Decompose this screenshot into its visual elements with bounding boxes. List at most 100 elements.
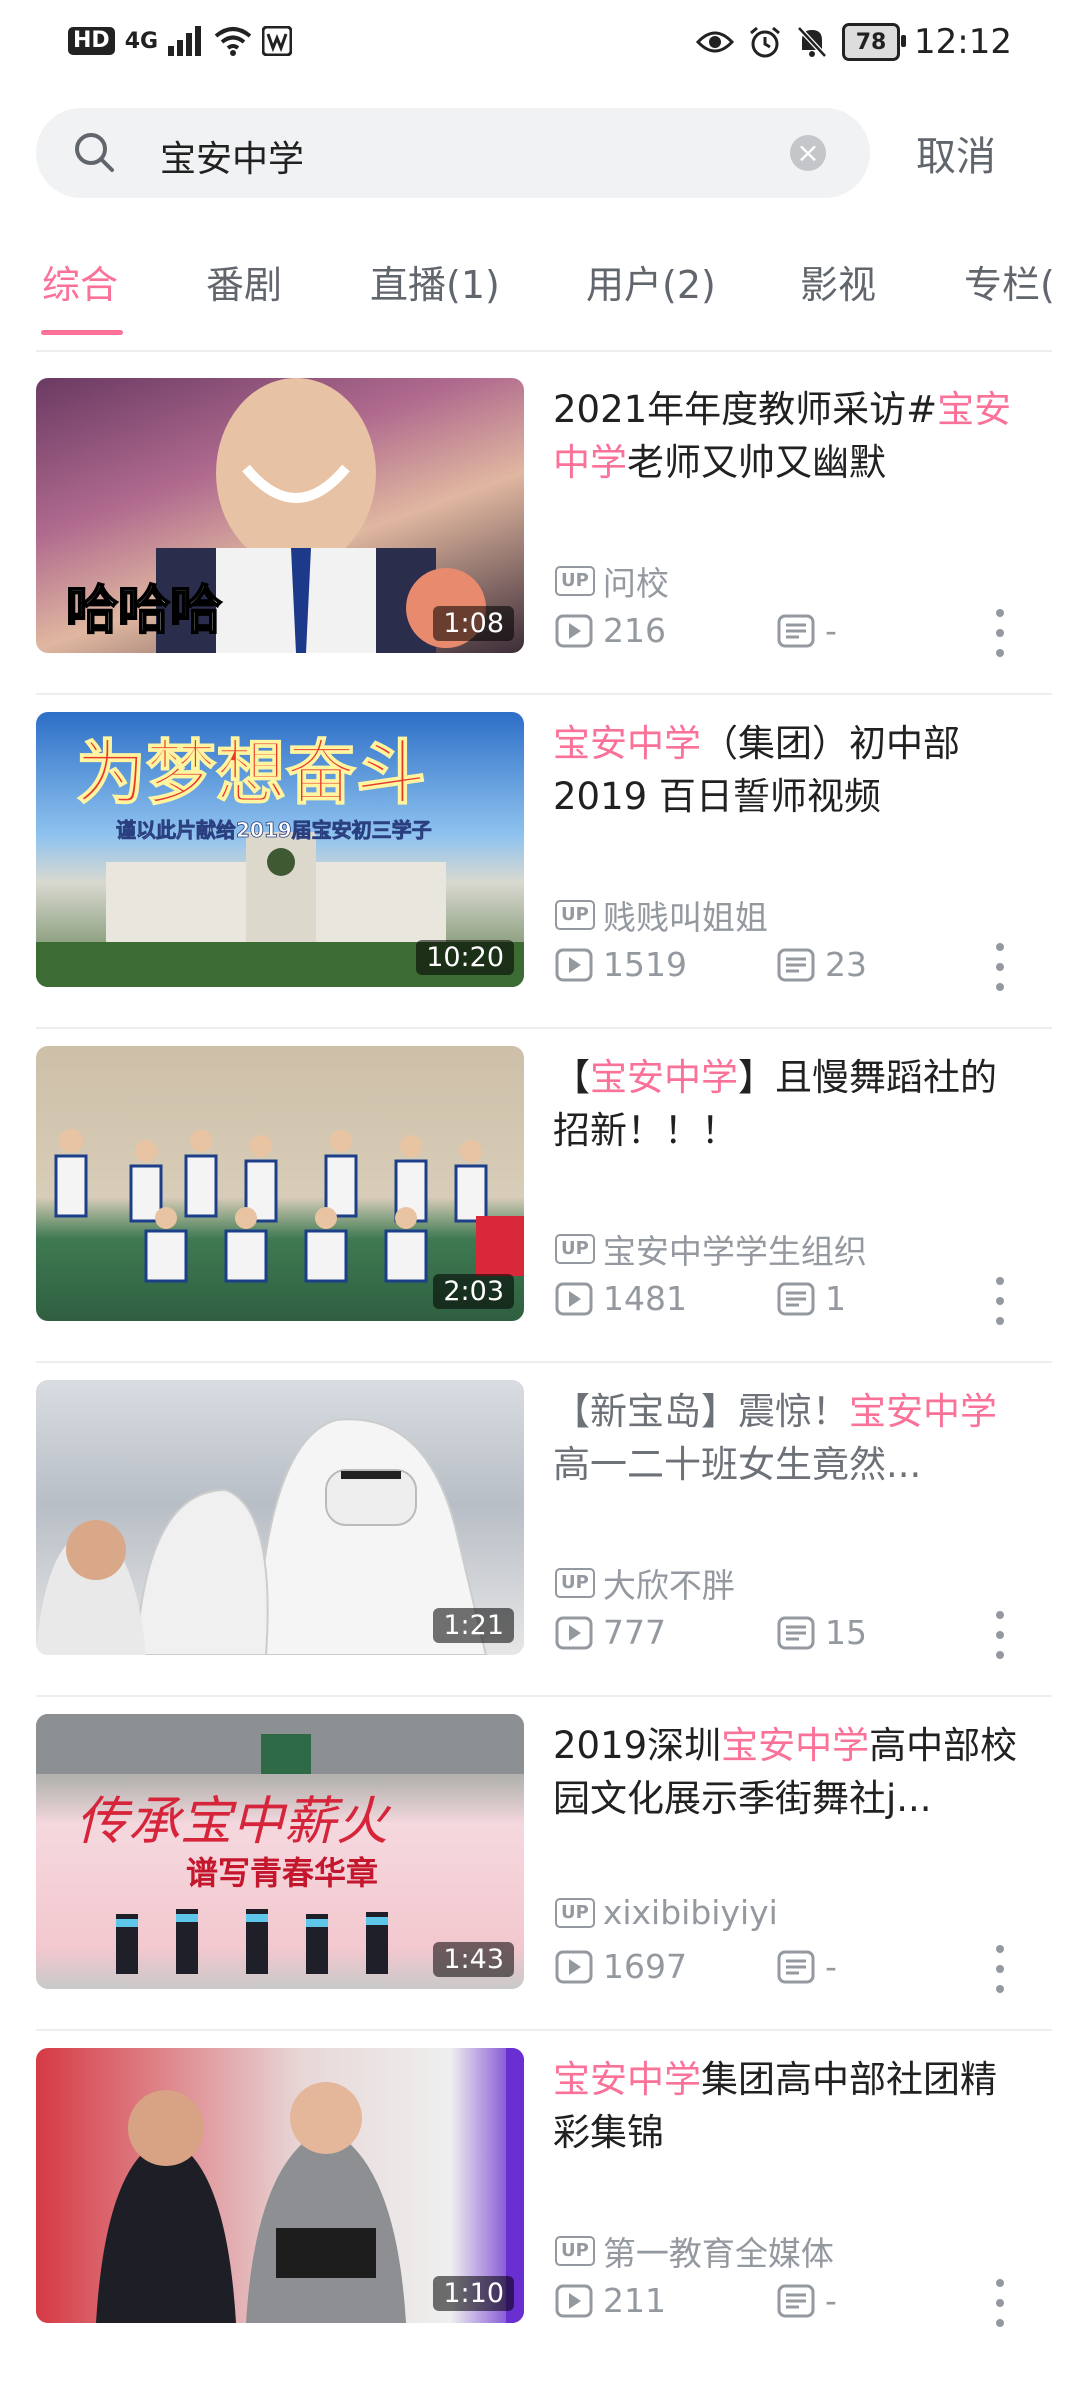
- battery-level: 78: [855, 29, 887, 55]
- play-icon: [555, 948, 593, 981]
- up-icon: UP: [555, 566, 595, 596]
- tabs-divider: [36, 350, 1052, 352]
- divider: [36, 1695, 1052, 1697]
- duration-badge: 1:08: [433, 606, 514, 641]
- video-title[interactable]: 【宝安中学】且慢舞蹈社的招新！！！: [553, 1051, 1033, 1157]
- list-item[interactable]: 2:03 【宝安中学】且慢舞蹈社的招新！！！ UP 宝安中学学生组织 1481 1: [0, 1043, 1080, 1377]
- divider: [36, 2029, 1052, 2031]
- signal-icon: [168, 26, 202, 56]
- list-item[interactable]: 哈哈哈 1:08 2021年年度教师采访#宝安中学老师又帅又幽默 UP 问校 21…: [0, 375, 1080, 709]
- comment-count: -: [777, 611, 837, 650]
- clock: 12:12: [914, 22, 1012, 62]
- list-item[interactable]: 为梦想奋斗 谨以此片献给2019届宝安初三学子 10:20 宝安中学（集团）初中…: [0, 709, 1080, 1043]
- play-count: 777: [555, 1613, 777, 1652]
- title-text: 高一二十班女生竟然...: [553, 1443, 922, 1486]
- uploader[interactable]: UP 大欣不胖: [555, 1559, 735, 1607]
- uploader[interactable]: UP 贱贱叫姐姐: [555, 891, 768, 939]
- comment-list-icon: [777, 1282, 815, 1315]
- more-options-icon[interactable]: [990, 1941, 1010, 1997]
- video-stats: 1519 23: [555, 945, 867, 984]
- battery-icon: 78: [842, 23, 907, 61]
- comment-count: -: [777, 1947, 837, 1986]
- video-title[interactable]: 2021年年度教师采访#宝安中学老师又帅又幽默: [553, 383, 1033, 489]
- uploader[interactable]: UP xixibibiyiyi: [555, 1893, 778, 1932]
- comment-list-icon: [777, 948, 815, 981]
- video-thumbnail[interactable]: 传承宝中薪火 谱写青春华章 1:43: [36, 1714, 524, 1989]
- more-options-icon[interactable]: [990, 2275, 1010, 2331]
- search-input[interactable]: 宝安中学: [160, 130, 304, 182]
- play-count: 216: [555, 611, 777, 650]
- duration-badge: 1:43: [433, 1942, 514, 1977]
- comment-count: 15: [777, 1613, 867, 1652]
- video-thumbnail[interactable]: 为梦想奋斗 谨以此片献给2019届宝安初三学子 10:20: [36, 712, 524, 987]
- alarm-icon: [750, 26, 780, 58]
- mute-bell-icon: [797, 26, 827, 58]
- divider: [36, 693, 1052, 695]
- video-title[interactable]: 宝安中学（集团）初中部2019 百日誓师视频: [553, 717, 1033, 823]
- duration-badge: 2:03: [433, 1274, 514, 1309]
- video-title[interactable]: 宝安中学集团高中部社团精彩集锦: [553, 2053, 1033, 2159]
- cancel-button[interactable]: 取消: [916, 124, 996, 182]
- video-title[interactable]: 2019深圳宝安中学高中部校园文化展示季街舞社j...: [553, 1719, 1033, 1825]
- tab-live[interactable]: 直播(1): [370, 254, 500, 309]
- more-options-icon[interactable]: [990, 605, 1010, 661]
- status-right: 78 12:12: [696, 22, 1012, 62]
- tab-movies[interactable]: 影视: [800, 254, 876, 309]
- duration-badge: 1:21: [433, 1608, 514, 1643]
- uploader-name: 问校: [602, 564, 669, 603]
- duration-badge: 10:20: [416, 940, 514, 975]
- comment-list-icon: [777, 1950, 815, 1983]
- video-stats: 211 -: [555, 2281, 837, 2320]
- thumb-subtext: 谱写青春华章: [186, 1854, 378, 1892]
- video-stats: 777 15: [555, 1613, 867, 1652]
- list-item[interactable]: 传承宝中薪火 谱写青春华章 1:43 2019深圳宝安中学高中部校园文化展示季街…: [0, 1711, 1080, 2045]
- video-title[interactable]: 【新宝岛】震惊！宝安中学高一二十班女生竟然...: [553, 1385, 1033, 1491]
- play-icon: [555, 614, 593, 647]
- search-bar[interactable]: 宝安中学 ×: [36, 108, 870, 198]
- app-notification-icon: [262, 26, 293, 56]
- tab-articles[interactable]: 专栏(: [964, 254, 1055, 309]
- tab-all[interactable]: 综合: [42, 254, 118, 309]
- video-stats: 216 -: [555, 611, 837, 650]
- title-text: 【: [553, 1056, 590, 1099]
- title-highlight: 宝安中学: [590, 1056, 738, 1099]
- tab-users[interactable]: 用户(2): [586, 254, 716, 309]
- hd-badge: HD: [68, 27, 115, 55]
- uploader-name: 大欣不胖: [602, 1566, 735, 1605]
- thumb-text: 哈哈哈: [66, 581, 222, 641]
- play-icon: [555, 1950, 593, 1983]
- play-icon: [555, 2284, 593, 2317]
- duration-badge: 1:10: [433, 2276, 514, 2311]
- video-stats: 1697 -: [555, 1947, 837, 1986]
- play-count: 1481: [555, 1279, 777, 1318]
- title-highlight: 宝安中学: [721, 1724, 870, 1767]
- play-count: 1697: [555, 1947, 777, 1986]
- more-options-icon[interactable]: [990, 1607, 1010, 1663]
- video-thumbnail[interactable]: 1:21: [36, 1380, 524, 1655]
- list-item[interactable]: 1:21 【新宝岛】震惊！宝安中学高一二十班女生竟然... UP 大欣不胖 777…: [0, 1377, 1080, 1711]
- uploader[interactable]: UP 问校: [555, 557, 669, 605]
- results-list: 哈哈哈 1:08 2021年年度教师采访#宝安中学老师又帅又幽默 UP 问校 21…: [0, 375, 1080, 2379]
- comment-count: -: [777, 2281, 837, 2320]
- title-highlight: 宝安中学: [849, 1390, 997, 1433]
- uploader[interactable]: UP 第一教育全媒体: [555, 2227, 834, 2275]
- up-icon: UP: [555, 900, 595, 930]
- up-icon: UP: [555, 1897, 595, 1928]
- list-item[interactable]: 1:10 宝安中学集团高中部社团精彩集锦 UP 第一教育全媒体 211 -: [0, 2045, 1080, 2379]
- video-thumbnail[interactable]: 2:03: [36, 1046, 524, 1321]
- video-thumbnail[interactable]: 哈哈哈 1:08: [36, 378, 524, 653]
- tab-bangumi[interactable]: 番剧: [206, 254, 282, 309]
- video-thumbnail[interactable]: 1:10: [36, 2048, 524, 2323]
- more-options-icon[interactable]: [990, 939, 1010, 995]
- comment-list-icon: [777, 2284, 815, 2317]
- title-text: 2019深圳: [553, 1724, 722, 1767]
- result-tabs: 综合 番剧 直播(1) 用户(2) 影视 专栏(: [0, 240, 1080, 350]
- status-left: HD 4G: [68, 26, 293, 56]
- comment-count: 23: [777, 945, 867, 984]
- more-options-icon[interactable]: [990, 1273, 1010, 1329]
- title-highlight: 宝安中学: [553, 2058, 701, 2101]
- play-icon: [555, 1282, 593, 1315]
- clear-search-icon[interactable]: ×: [790, 135, 826, 171]
- uploader[interactable]: UP 宝安中学学生组织: [555, 1225, 867, 1273]
- search-icon: [75, 133, 114, 172]
